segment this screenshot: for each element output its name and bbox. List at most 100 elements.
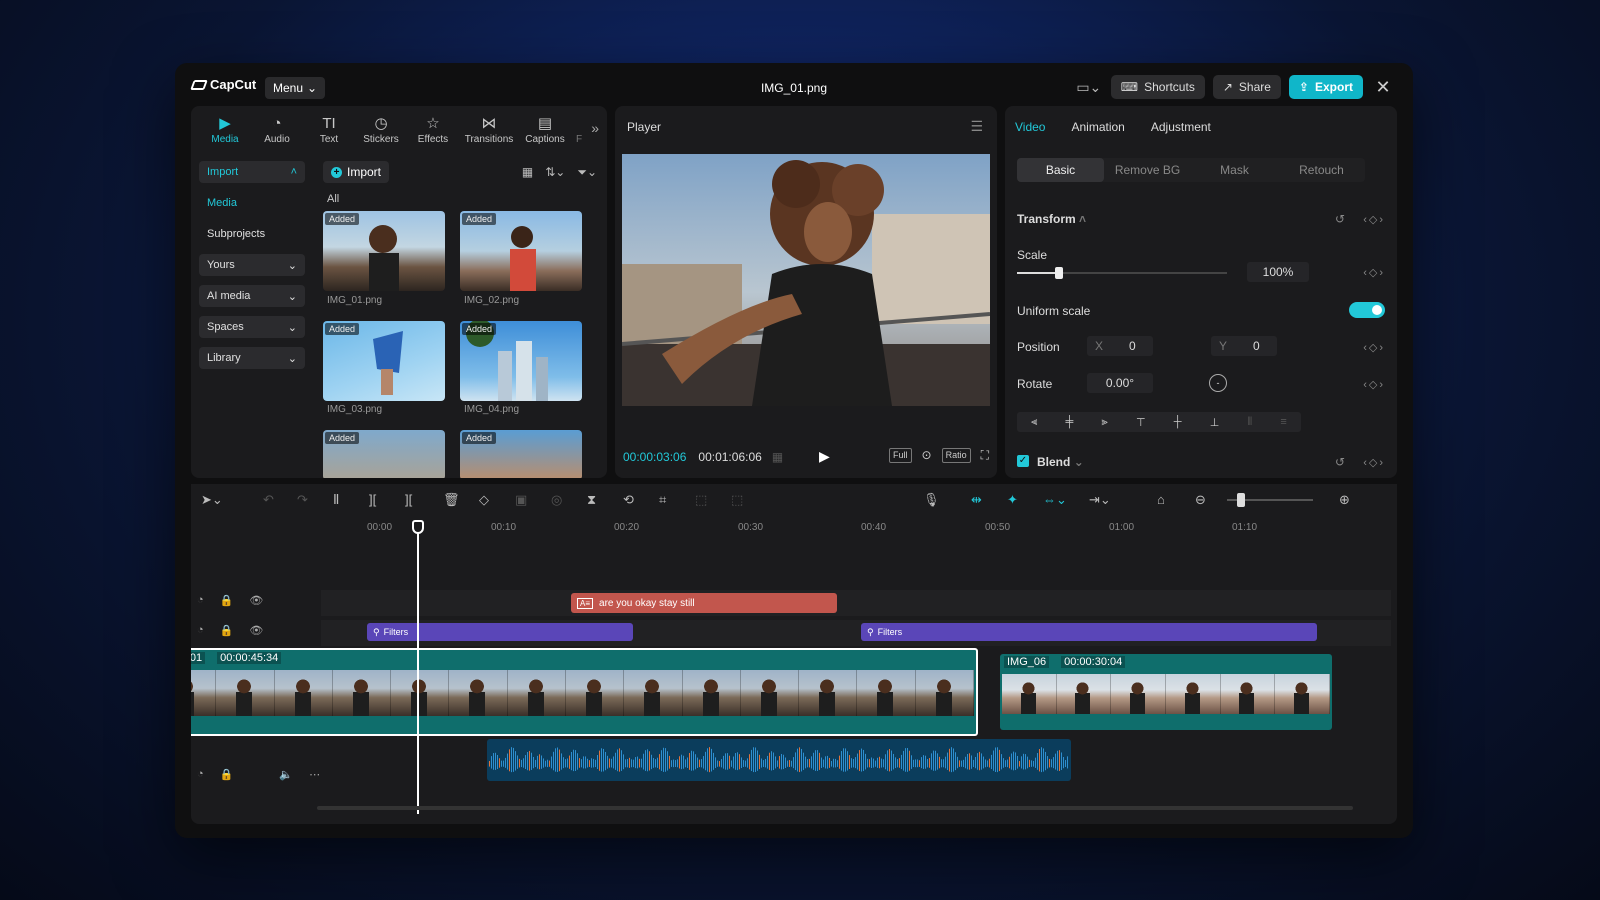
linkage-icon[interactable]: ⇔⌄ [1043, 492, 1067, 508]
tab-adjustment[interactable]: Adjustment [1151, 120, 1211, 134]
zoom-fit-icon[interactable]: ⊙ [922, 448, 932, 463]
timeline-scrollbar[interactable] [317, 806, 1353, 810]
zoom-slider-handle[interactable] [1237, 493, 1245, 507]
sidebar-item-yours[interactable]: Yours ⌄ [199, 254, 305, 276]
rotate-icon[interactable]: ⟲ [623, 492, 634, 508]
fullscreen-icon[interactable]: ⛶ [981, 448, 989, 463]
keyframe-icon[interactable]: ‹◇› [1363, 213, 1385, 226]
split-right-icon[interactable]: ][ [405, 492, 412, 507]
grid-view-icon[interactable]: ▦ [522, 165, 533, 180]
lock-icon[interactable]: 🔒 [220, 768, 234, 781]
text-clip[interactable]: A≡ are you okay stay still [571, 593, 837, 613]
preview-axis-icon[interactable]: ⇥⌄ [1089, 492, 1111, 508]
import-button[interactable]: + Import [323, 161, 390, 183]
transform-heading[interactable]: Transform ˄ [1017, 212, 1086, 226]
delete-icon[interactable]: 🗑 [443, 492, 460, 508]
reset-icon[interactable]: ↺ [1335, 455, 1345, 469]
player-preview[interactable] [622, 154, 990, 406]
ratio-button[interactable]: Ratio [941, 448, 971, 463]
freeze-icon[interactable]: ▣ [515, 492, 527, 508]
playhead[interactable] [417, 524, 419, 814]
position-y-field[interactable]: Y 0 [1211, 336, 1277, 356]
mirror-icon[interactable]: ⧗ [587, 492, 596, 508]
subtab-basic[interactable]: Basic [1017, 158, 1104, 182]
tab-stickers[interactable]: ◷ Stickers [355, 106, 407, 154]
align-top-icon[interactable]: ⊤ [1136, 416, 1146, 429]
reverse-icon[interactable]: ◎ [551, 492, 562, 508]
position-x-field[interactable]: X 0 [1087, 336, 1153, 356]
tab-captions[interactable]: ▤ Captions [519, 106, 571, 154]
cover-icon[interactable]: ◔ [197, 624, 204, 637]
distribute-h-icon[interactable]: ⫴ [1248, 416, 1253, 429]
video-clip-main[interactable]: IMG_01 00:00:45:34 [191, 648, 978, 736]
align-middle-icon[interactable]: ┼ [1174, 416, 1182, 428]
keyframe-icon[interactable]: ‹◇› [1363, 341, 1385, 354]
auto-snap-icon[interactable]: ✦ [1007, 492, 1018, 508]
zoom-in-icon[interactable]: ⊕ [1339, 492, 1350, 508]
shortcuts-button[interactable]: ⌨ Shortcuts [1110, 75, 1205, 99]
sidebar-item-library[interactable]: Library ⌄ [199, 347, 305, 369]
chevron-double-right-icon[interactable]: » [591, 120, 599, 136]
tab-effects[interactable]: ☆ Effects [407, 106, 459, 154]
tab-transitions[interactable]: ⋈ Transitions [459, 106, 519, 154]
blend-heading[interactable]: Blend ⌄ [1037, 455, 1084, 469]
more-icon[interactable]: ⋯ [309, 768, 320, 781]
sidebar-item-spaces[interactable]: Spaces ⌄ [199, 316, 305, 338]
filter-clip[interactable]: ⚲ Filters [367, 623, 633, 641]
filter-clip[interactable]: ⚲ Filters [861, 623, 1317, 641]
lock-icon[interactable]: 🔒 [220, 624, 234, 637]
distribute-v-icon[interactable]: ≡ [1280, 416, 1286, 428]
tab-audio[interactable]: ◔ Audio [251, 106, 303, 154]
export-button[interactable]: ⇪ Export [1288, 75, 1363, 99]
sort-icon[interactable]: ⇅⌄ [545, 165, 565, 180]
play-icon[interactable]: ▶ [819, 448, 830, 465]
microphone-icon[interactable]: 🎙 [923, 492, 940, 508]
close-icon[interactable]: ✕ [1371, 75, 1395, 99]
media-thumb[interactable]: Added [460, 321, 582, 401]
hamburger-icon[interactable]: ☰ [970, 118, 983, 135]
screen-icon[interactable]: ⌂ [1157, 492, 1165, 507]
redo-icon[interactable]: ↷ [297, 492, 308, 508]
fit-icon[interactable]: ⬚ [731, 492, 743, 508]
align-left-icon[interactable]: ⫷ [1031, 416, 1037, 429]
tab-text[interactable]: TI Text [303, 106, 355, 154]
uniform-scale-toggle[interactable] [1349, 302, 1385, 318]
filter-icon[interactable]: ⏷⌄ [577, 165, 597, 180]
main-track-magnet-icon[interactable]: ⇹ [971, 492, 982, 508]
media-thumb[interactable]: Added [323, 211, 445, 291]
scale-value[interactable]: 100% [1247, 262, 1309, 282]
full-button[interactable]: Full [889, 448, 912, 463]
rotate-dial-icon[interactable]: - [1209, 374, 1227, 392]
keyframe-icon[interactable]: ‹◇› [1363, 456, 1385, 469]
layout-icon[interactable]: ▭⌄ [1075, 75, 1103, 99]
rotate-value[interactable]: 0.00° [1087, 373, 1153, 393]
scale-slider-handle[interactable] [1055, 267, 1063, 279]
audio-clip[interactable] [487, 739, 1071, 781]
subtab-retouch[interactable]: Retouch [1278, 158, 1365, 182]
split-icon[interactable]: Ⅱ [333, 492, 339, 508]
video-clip-second[interactable]: IMG_06 00:00:30:04 [1000, 654, 1332, 730]
lock-icon[interactable]: 🔒 [220, 594, 234, 607]
sidebar-item-media[interactable]: Media [199, 192, 305, 214]
select-cursor-icon[interactable]: ➤⌄ [201, 492, 223, 508]
eye-icon[interactable]: 👁 [249, 624, 263, 637]
eye-icon[interactable]: 👁 [249, 594, 263, 607]
align-bottom-icon[interactable]: ⊥ [1210, 416, 1220, 429]
split-left-icon[interactable]: ][ [369, 492, 376, 507]
volume-icon[interactable]: 🔈 [279, 768, 293, 781]
media-thumb[interactable]: Added [323, 430, 445, 478]
playhead-handle[interactable] [412, 520, 424, 534]
tab-video[interactable]: Video [1015, 120, 1045, 134]
keyframe-icon[interactable]: ‹◇› [1363, 378, 1385, 391]
align-right-icon[interactable]: ⫸ [1102, 416, 1108, 429]
media-thumb[interactable]: Added [460, 211, 582, 291]
cover-icon[interactable]: ◔ [197, 768, 204, 781]
blend-checkbox[interactable]: ✓ [1017, 455, 1029, 467]
subtab-mask[interactable]: Mask [1191, 158, 1278, 182]
keyframe-icon[interactable]: ‹◇› [1363, 266, 1385, 279]
scale-slider[interactable] [1017, 267, 1227, 279]
timeline-grid-icon[interactable]: ▦ [772, 450, 783, 464]
tab-filters[interactable]: F [571, 106, 587, 154]
align-center-h-icon[interactable]: ╪ [1066, 416, 1074, 428]
sidebar-item-subprojects[interactable]: Subprojects [199, 223, 305, 245]
